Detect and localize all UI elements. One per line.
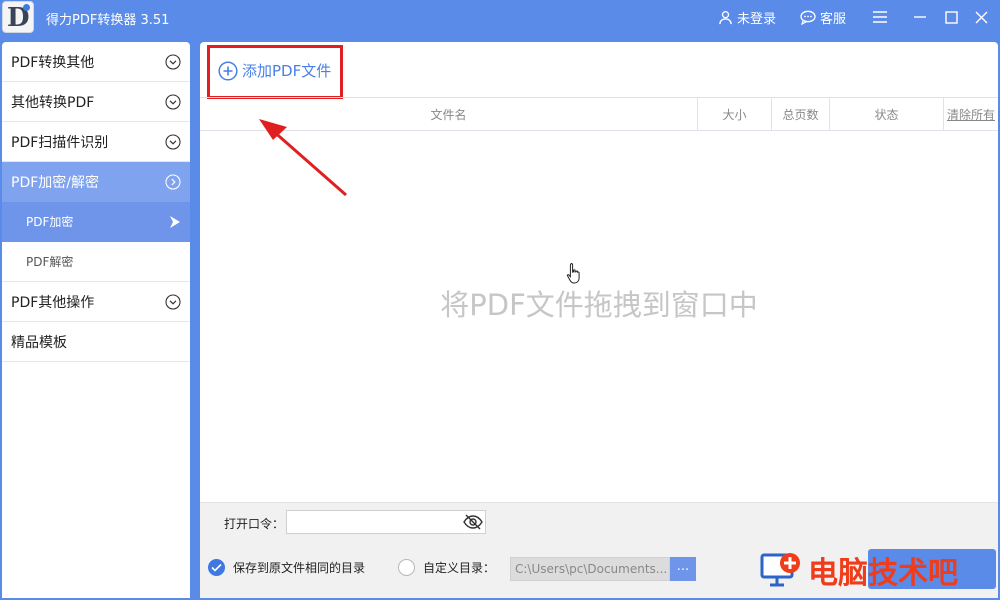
drop-hint: 将PDF文件拖拽到窗口中 <box>440 288 758 322</box>
save-same-dir-label: 保存到原文件相同的目录 <box>233 561 366 575</box>
custom-dir-option[interactable]: 自定义目录： <box>398 559 495 576</box>
chevron-down-icon <box>165 54 181 70</box>
sidebar-subitem-decrypt[interactable]: PDF解密 <box>2 242 190 282</box>
chevron-right-icon <box>165 174 181 190</box>
highlight-box <box>207 45 343 99</box>
close-button[interactable] <box>970 6 992 28</box>
customer-service-button[interactable]: 客服 <box>800 8 846 27</box>
column-size[interactable]: 大小 <box>698 98 772 130</box>
save-same-dir-option[interactable]: 保存到原文件相同的目录 <box>208 559 365 576</box>
maximize-button[interactable] <box>940 6 962 28</box>
sidebar-item-pdf-to-other[interactable]: PDF转换其他 <box>2 42 190 82</box>
login-label: 未登录 <box>737 12 777 27</box>
maximize-icon <box>944 10 958 24</box>
check-icon <box>211 563 222 572</box>
password-input[interactable] <box>286 510 486 534</box>
hand-cursor-icon <box>566 263 580 284</box>
hamburger-icon <box>873 11 887 23</box>
main-panel: 添加PDF文件 文件名 大小 总页数 状态 清除所有 将PDF文件拖拽到窗口中 … <box>200 42 998 598</box>
sidebar-item-other-ops[interactable]: PDF其他操作 <box>2 282 190 322</box>
sidebar-item-ocr[interactable]: PDF扫描件识别 <box>2 122 190 162</box>
custom-dir-path[interactable]: C:\Users\pc\Documents... <box>510 557 670 581</box>
column-filename[interactable]: 文件名 <box>200 98 698 130</box>
sidebar-subitem-label: PDF解密 <box>26 255 74 269</box>
chevron-down-icon <box>165 94 181 110</box>
watermark-text: 电脑技术吧 <box>808 556 958 591</box>
sidebar-item-label: PDF加密/解密 <box>11 174 99 191</box>
sidebar-item-label: PDF其他操作 <box>11 294 95 311</box>
menu-button[interactable] <box>869 6 891 28</box>
title-bar: D 得力PDF转换器 3.51 未登录 客服 <box>0 0 1000 36</box>
browse-button[interactable]: ... <box>670 557 696 581</box>
custom-dir-label: 自定义目录： <box>423 561 496 575</box>
sidebar-item-label: PDF转换其他 <box>11 54 95 71</box>
sidebar-item-other-to-pdf[interactable]: 其他转换PDF <box>2 82 190 122</box>
sidebar-subitem-label: PDF加密 <box>26 215 74 229</box>
file-table-header: 文件名 大小 总页数 状态 清除所有 <box>200 97 998 131</box>
monitor-cross-icon <box>760 551 802 589</box>
app-title: 得力PDF转换器 3.51 <box>46 13 170 28</box>
sidebar-item-label: 精品模板 <box>11 334 67 351</box>
sidebar-item-label: PDF扫描件识别 <box>11 134 109 151</box>
close-icon <box>975 11 987 23</box>
clear-all-link[interactable]: 清除所有 <box>944 98 998 130</box>
logo-dot <box>23 4 30 11</box>
chevron-down-icon <box>165 134 181 150</box>
column-pages[interactable]: 总页数 <box>772 98 830 130</box>
column-status[interactable]: 状态 <box>830 98 944 130</box>
login-button[interactable]: 未登录 <box>718 8 776 27</box>
sidebar-item-encrypt-decrypt[interactable]: PDF加密/解密 <box>2 162 190 202</box>
sidebar-subitem-encrypt[interactable]: PDF加密 <box>2 202 190 242</box>
minimize-icon <box>914 16 926 18</box>
custom-dir-radio[interactable] <box>398 559 415 576</box>
sidebar-item-label: 其他转换PDF <box>11 94 95 111</box>
app-logo: D <box>2 1 34 33</box>
service-label: 客服 <box>820 12 847 27</box>
password-label: 打开口令： <box>224 517 285 531</box>
chevron-down-icon <box>165 294 181 310</box>
chat-icon <box>800 10 816 25</box>
sidebar-item-templates[interactable]: 精品模板 <box>2 322 190 362</box>
user-icon <box>719 11 732 25</box>
eye-slash-icon[interactable] <box>463 513 483 531</box>
save-same-dir-radio[interactable] <box>208 559 225 576</box>
minimize-button[interactable] <box>909 6 931 28</box>
sidebar: PDF转换其他 其他转换PDF PDF扫描件识别 PDF加密/解密 PDF加密 … <box>2 42 190 598</box>
play-arrow-icon <box>170 216 180 228</box>
watermark: 电脑技术吧 <box>760 548 958 592</box>
